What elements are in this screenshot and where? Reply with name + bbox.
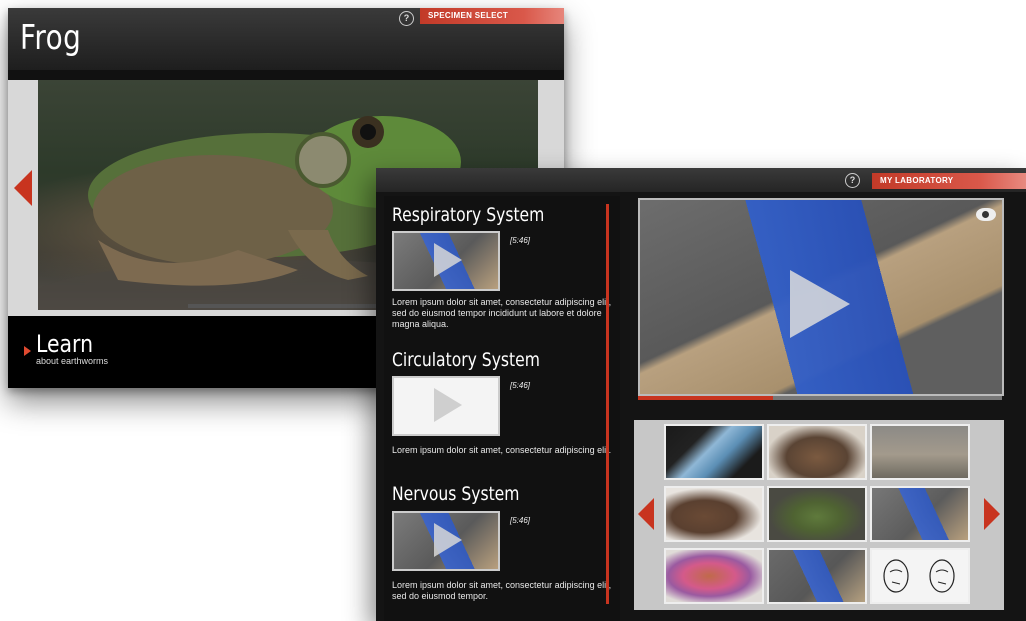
lab-header: ? MY LABORATORY	[376, 168, 1026, 192]
gallery-thumbnail[interactable]	[664, 548, 764, 604]
previous-arrow-icon[interactable]	[14, 170, 32, 206]
image-gallery	[634, 420, 1004, 610]
system-description: Lorem ipsum dolor sit amet, consectetur …	[392, 580, 612, 601]
gallery-thumbnail[interactable]	[870, 548, 970, 604]
gallery-thumbnail[interactable]	[664, 424, 764, 480]
systems-list: Respiratory System [5:46] Lorem ipsum do…	[384, 196, 620, 621]
system-title-circulatory[interactable]: Circulatory System	[392, 349, 540, 371]
gallery-thumbnail[interactable]	[767, 486, 867, 542]
gallery-thumbnail[interactable]	[870, 424, 970, 480]
eye-pupil	[982, 211, 989, 218]
play-icon[interactable]	[790, 270, 850, 338]
gallery-previous-arrow-icon[interactable]	[638, 498, 654, 530]
gallery-thumbnail[interactable]	[767, 548, 867, 604]
video-thumbnail-circulatory[interactable]	[392, 376, 500, 436]
gallery-thumbnail[interactable]	[664, 486, 764, 542]
specimen-title: Frog	[20, 18, 82, 58]
video-duration: [5:46]	[510, 236, 531, 245]
system-title-nervous[interactable]: Nervous System	[392, 483, 519, 505]
help-icon[interactable]: ?	[845, 173, 860, 188]
video-thumbnail-nervous[interactable]	[392, 511, 500, 571]
main-video-player[interactable]	[638, 198, 1004, 396]
video-duration: [5:46]	[510, 381, 531, 390]
my-laboratory-screen: ? MY LABORATORY Respiratory System [5:46…	[376, 168, 1026, 621]
system-title-respiratory[interactable]: Respiratory System	[392, 204, 544, 226]
learn-link[interactable]: Learn	[36, 330, 93, 358]
play-icon	[434, 243, 462, 277]
play-icon	[434, 523, 462, 557]
video-progress-bar[interactable]	[638, 396, 1002, 400]
gallery-thumbnail[interactable]	[767, 424, 867, 480]
video-progress-fill	[638, 396, 773, 400]
gallery-thumbnail[interactable]	[870, 486, 970, 542]
sketch-drawing	[883, 559, 955, 593]
eye-icon[interactable]	[976, 208, 996, 221]
play-icon	[434, 388, 462, 422]
gallery-next-arrow-icon[interactable]	[984, 498, 1000, 530]
play-arrow-icon	[24, 346, 31, 356]
help-icon[interactable]: ?	[399, 11, 414, 26]
video-thumbnail-respiratory[interactable]	[392, 231, 500, 291]
specimen-select-tab[interactable]: SPECIMEN SELECT	[420, 8, 564, 24]
list-scrollbar[interactable]	[606, 204, 609, 604]
system-description: Lorem ipsum dolor sit amet, consectetur …	[392, 297, 612, 329]
video-duration: [5:46]	[510, 516, 531, 525]
system-description: Lorem ipsum dolor sit amet, consectetur …	[392, 445, 612, 455]
my-laboratory-tab[interactable]: MY LABORATORY	[872, 173, 1026, 189]
learn-subtitle: about earthworms	[36, 356, 109, 366]
frog-header: Frog ? SPECIMEN SELECT	[8, 8, 564, 70]
